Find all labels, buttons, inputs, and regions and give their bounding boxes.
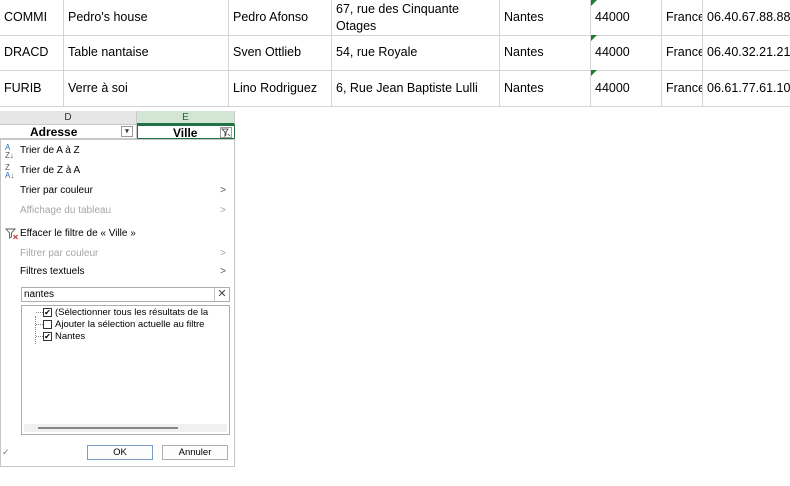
cell-city[interactable]: Nantes [500, 70, 591, 106]
table-row: DRACD Table nantaise Sven Ottlieb 54, ru… [0, 35, 790, 71]
error-indicator-icon [591, 70, 597, 76]
checkbox-checked: ✔ [43, 308, 52, 317]
filter-search-box[interactable]: nantes ✕ [21, 287, 230, 302]
cell-postal[interactable]: 44000 [591, 0, 662, 35]
funnel-icon [221, 128, 231, 137]
chevron-right-icon: > [220, 185, 226, 196]
tree-line [36, 324, 43, 325]
clear-filter-icon [5, 225, 19, 240]
cell-country[interactable]: France [662, 0, 703, 35]
cell-contact[interactable]: Pedro Afonso [229, 0, 332, 35]
ok-button[interactable]: OK [87, 445, 153, 460]
table-row: FURIB Verre à soi Lino Rodriguez 6, Rue … [0, 70, 790, 107]
header-label-adresse: Adresse [30, 125, 78, 139]
menu-label: Trier de Z à A [20, 165, 81, 176]
cell-country[interactable]: France [662, 70, 703, 106]
cell-id[interactable]: COMMI [0, 0, 64, 35]
cell-id[interactable]: DRACD [0, 35, 64, 70]
filter-search-value: nantes [24, 289, 55, 300]
error-indicator-icon [591, 0, 597, 6]
sort-a-to-z-item[interactable]: A Z↓ Trier de A à Z [1, 142, 234, 160]
cell-address[interactable]: 6, Rue Jean Baptiste Lulli [332, 70, 500, 106]
cell-postal-value: 44000 [595, 80, 630, 95]
cell-phone[interactable]: 06.40.67.88.88 [703, 0, 790, 35]
cancel-button[interactable]: Annuler [162, 445, 228, 460]
menu-label: Trier de A à Z [20, 145, 80, 156]
cell-company[interactable]: Table nantaise [64, 35, 229, 70]
menu-label: Filtrer par couleur [20, 248, 99, 259]
cell-contact[interactable]: Lino Rodriguez [229, 70, 332, 106]
cell-id[interactable]: FURIB [0, 70, 64, 106]
tree-line [36, 312, 43, 313]
filter-values-list: ✔ (Sélectionner tous les résultats de la… [21, 305, 230, 435]
header-cell-adresse: Adresse ▾ [0, 125, 137, 139]
chevron-right-icon: > [220, 266, 226, 277]
cell-postal[interactable]: 44000 [591, 35, 662, 70]
sort-ascending-icon: A Z↓ [5, 143, 14, 160]
sort-descending-icon: Z A↓ [5, 163, 15, 180]
checkbox-checked: ✔ [43, 332, 52, 341]
cell-city[interactable]: Nantes [500, 35, 591, 70]
cell-contact[interactable]: Sven Ottlieb [229, 35, 332, 70]
menu-label: Affichage du tableau [20, 205, 112, 216]
text-filters-item[interactable]: Filtres textuels > [1, 263, 234, 281]
column-header-d[interactable]: D [0, 111, 137, 125]
column-header-e[interactable]: E [137, 111, 235, 125]
menu-label: Effacer le filtre de « Ville » [20, 228, 136, 239]
chevron-right-icon: > [220, 205, 226, 216]
table-row: COMMI Pedro's house Pedro Afonso 67, rue… [0, 0, 790, 36]
cell-postal[interactable]: 44000 [591, 70, 662, 106]
checkbox-unchecked [43, 320, 52, 329]
option-label: Ajouter la sélection actuelle au filtre [55, 319, 205, 330]
header-cell-ville: Ville [137, 125, 235, 140]
cell-address[interactable]: 67, rue des Cinquante Otages [332, 0, 500, 35]
header-label-ville: Ville [173, 126, 198, 140]
filter-by-color-item: Filtrer par couleur > [1, 245, 234, 263]
filter-dropdown-button[interactable]: ▾ [121, 126, 133, 137]
sort-by-color-item[interactable]: Trier par couleur > [1, 182, 234, 200]
table-view-item: Affichage du tableau > [1, 202, 234, 220]
tree-line [36, 336, 43, 337]
cell-country[interactable]: France [662, 35, 703, 70]
clear-search-icon[interactable]: ✕ [214, 288, 229, 301]
sort-z-to-a-item[interactable]: Z A↓ Trier de Z à A [1, 162, 234, 180]
filter-active-button[interactable] [220, 127, 232, 138]
tree-line [35, 316, 36, 344]
cell-postal-value: 44000 [595, 45, 630, 59]
clear-filter-item[interactable]: Effacer le filtre de « Ville » [1, 225, 234, 243]
option-label: Nantes [55, 331, 86, 342]
cell-company[interactable]: Pedro's house [64, 0, 229, 35]
cell-city[interactable]: Nantes [500, 0, 591, 35]
horizontal-scrollbar[interactable] [24, 424, 227, 432]
error-indicator-icon [591, 35, 597, 41]
checkmark-icon: ✓ [2, 447, 10, 457]
menu-label: Filtres textuels [20, 266, 85, 277]
cell-postal-value: 44000 [595, 10, 630, 24]
cell-phone[interactable]: 06.40.32.21.21 [703, 35, 790, 70]
cell-phone[interactable]: 06.61.77.61.10 [703, 70, 790, 106]
autofilter-menu: A Z↓ Trier de A à Z Z A↓ Trier de Z à A Tr… [0, 139, 235, 467]
chevron-right-icon: > [220, 248, 226, 259]
option-label: (Sélectionner tous les résultats de la [55, 307, 209, 318]
scrollbar-thumb[interactable] [38, 427, 178, 429]
cell-company[interactable]: Verre à soi [64, 70, 229, 106]
cell-address[interactable]: 54, rue Royale [332, 35, 500, 70]
menu-label: Trier par couleur [20, 185, 93, 196]
